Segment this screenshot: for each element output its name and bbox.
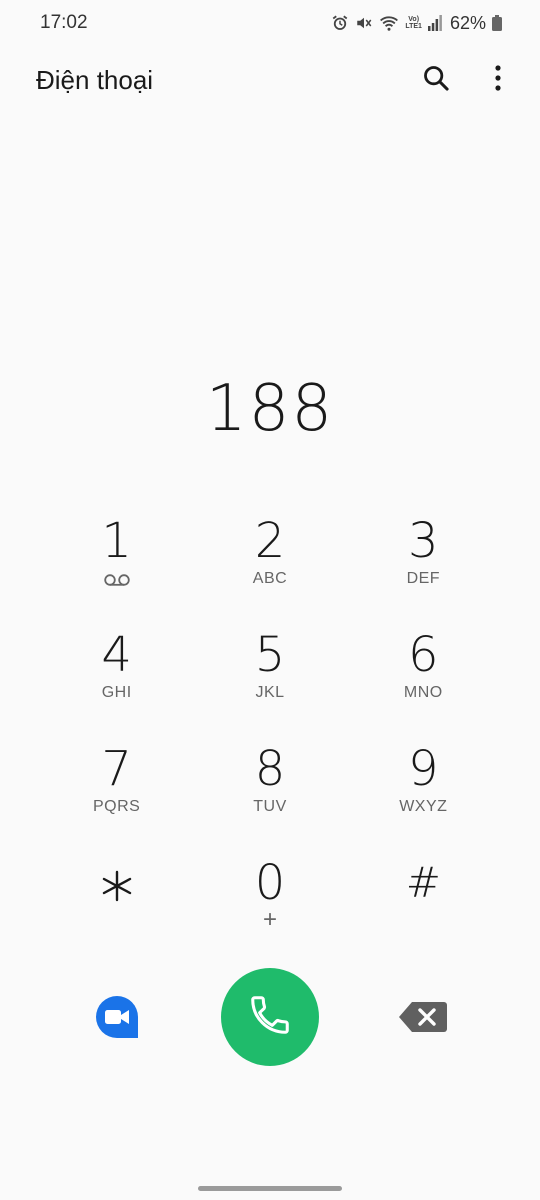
- key-letters: WXYZ: [399, 798, 448, 815]
- video-call-button[interactable]: [94, 994, 140, 1040]
- home-indicator[interactable]: [198, 1186, 342, 1191]
- dial-keypad: 1 2 ABC 3 DEF 4 GHI 5 JKL 6 MNO 7 PQRS 8…: [40, 510, 500, 966]
- status-icons: Vo) LTE1 62%: [331, 13, 502, 34]
- wifi-icon: [379, 14, 399, 32]
- search-button[interactable]: [416, 60, 456, 100]
- key-7[interactable]: 7 PQRS: [40, 738, 193, 852]
- voicemail-icon: [103, 570, 131, 590]
- app-bar: Điện thoại: [0, 52, 540, 108]
- more-options-button[interactable]: [486, 60, 510, 100]
- lte-indicator: Vo) LTE1: [405, 16, 422, 30]
- battery-icon: [492, 15, 502, 31]
- signal-icon: [427, 15, 442, 31]
- key-digit: 8: [254, 741, 286, 797]
- key-5[interactable]: 5 JKL: [193, 624, 346, 738]
- key-digit: 1: [101, 513, 132, 569]
- app-actions: [416, 60, 510, 100]
- key-digit: 7: [101, 741, 132, 797]
- network-type-top: Vo): [408, 16, 420, 23]
- key-digit: 9: [408, 741, 439, 797]
- search-icon: [422, 64, 450, 97]
- backspace-button[interactable]: [398, 1000, 448, 1034]
- key-9[interactable]: 9 WXYZ: [347, 738, 500, 852]
- dialed-number[interactable]: 188: [0, 372, 540, 446]
- status-bar: 17:02 Vo) LTE1 62%: [0, 0, 540, 46]
- key-letters: MNO: [403, 684, 443, 701]
- page-title: Điện thoại: [36, 64, 154, 95]
- key-letters: ABC: [252, 570, 288, 587]
- status-time: 17:02: [40, 12, 88, 33]
- key-letters: GHI: [101, 684, 132, 701]
- battery-percent: 62%: [449, 12, 486, 33]
- key-letters: PQRS: [92, 798, 141, 815]
- key-plus: +: [262, 906, 277, 933]
- key-digit: 0: [254, 855, 286, 911]
- key-hash[interactable]: #: [347, 852, 500, 966]
- dialer-actions: [0, 966, 540, 1066]
- key-digit: #: [405, 858, 441, 907]
- backspace-icon: [398, 1002, 448, 1038]
- network-type-bottom: LTE1: [405, 23, 422, 30]
- key-letters: TUV: [253, 798, 287, 815]
- more-vert-icon: [494, 64, 502, 96]
- key-2[interactable]: 2 ABC: [193, 510, 346, 624]
- key-8[interactable]: 8 TUV: [193, 738, 346, 852]
- key-6[interactable]: 6 MNO: [347, 624, 500, 738]
- key-digit: 4: [101, 627, 132, 683]
- key-letters: JKL: [255, 684, 285, 701]
- key-digit: 5: [254, 627, 286, 683]
- video-call-icon: [94, 996, 140, 1044]
- key-1[interactable]: 1: [40, 510, 193, 624]
- phone-icon: [247, 992, 293, 1043]
- call-button[interactable]: [221, 968, 319, 1066]
- key-digit: 6: [408, 627, 439, 683]
- key-0[interactable]: 0 +: [193, 852, 346, 966]
- asterisk-icon: [99, 868, 135, 909]
- key-star[interactable]: [40, 852, 193, 966]
- key-3[interactable]: 3 DEF: [347, 510, 500, 624]
- mute-icon: [355, 14, 373, 32]
- key-digit: 2: [254, 513, 286, 569]
- key-4[interactable]: 4 GHI: [40, 624, 193, 738]
- key-letters: DEF: [406, 570, 441, 587]
- key-digit: 3: [408, 513, 439, 569]
- alarm-icon: [331, 14, 349, 32]
